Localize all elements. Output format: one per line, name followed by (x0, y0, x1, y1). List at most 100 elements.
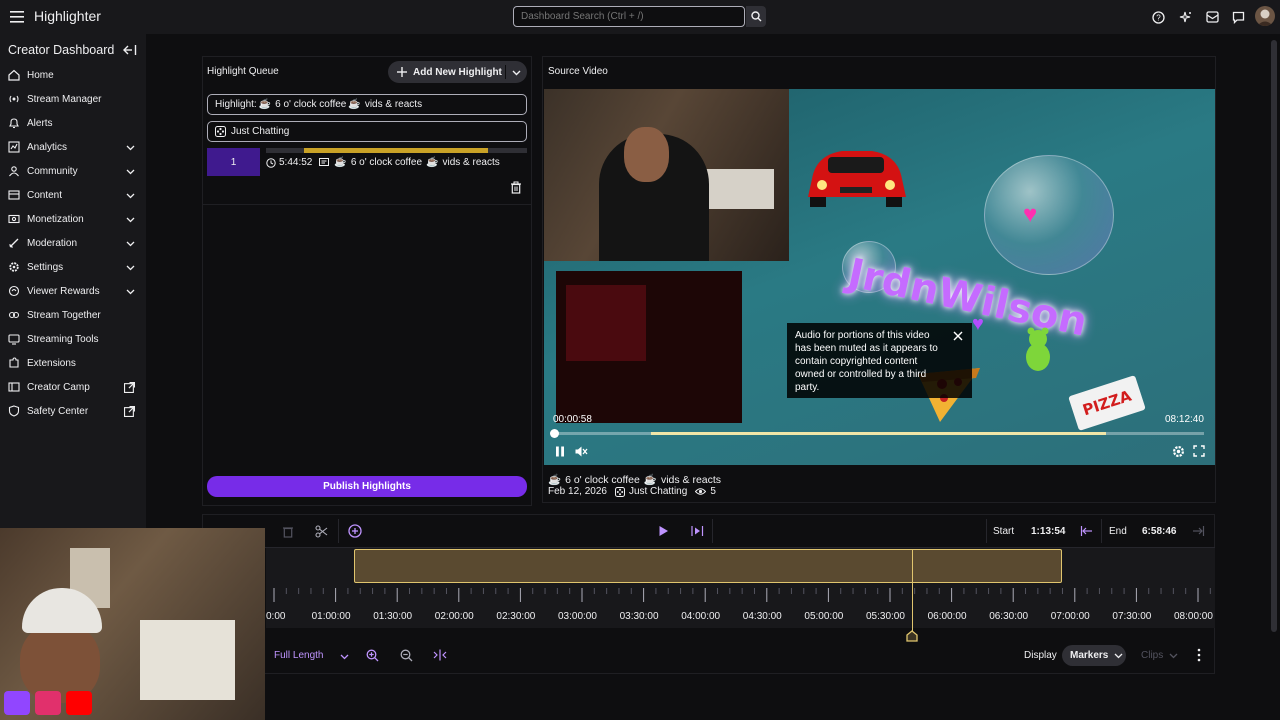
add-new-highlight-button[interactable]: Add New Highlight (388, 61, 527, 83)
whispers-button[interactable] (1230, 9, 1246, 25)
zoom-out-icon (400, 649, 412, 661)
timeline-tick-label: 07:00:00 (1050, 611, 1090, 622)
collapse-sidebar-button[interactable] (123, 44, 137, 56)
fit-to-selection-button[interactable] (432, 647, 448, 663)
sidebar-item-stream-manager[interactable]: Stream Manager (0, 88, 146, 110)
clip-end-value[interactable]: 6:58:46 (1142, 526, 1176, 537)
highlight-title-input[interactable]: Highlight: ☕ 6 o' clock coffee ☕ vids & … (207, 94, 527, 115)
video-player[interactable]: ♥ ♥ JrdnWilson PIZZA (544, 89, 1215, 465)
clip-end-label: End (1109, 526, 1127, 537)
queue-item-range (304, 148, 488, 153)
sidebar-item-safety-center[interactable]: Safety Center (0, 400, 146, 422)
zoom-out-button[interactable] (398, 647, 414, 663)
chevron-down-icon[interactable] (512, 68, 521, 77)
coffee-emote-icon: ☕ (348, 99, 361, 110)
toolbar-separator (712, 519, 713, 543)
set-start-button[interactable] (1078, 523, 1094, 539)
help-button[interactable]: ? (1150, 9, 1166, 25)
sword-icon (9, 238, 19, 248)
close-icon[interactable] (953, 331, 963, 341)
video-category[interactable]: Just Chatting (629, 486, 687, 497)
play-selection-button[interactable] (689, 523, 705, 539)
playhead-marker-icon[interactable] (906, 630, 918, 642)
pause-button[interactable] (553, 444, 567, 458)
chart-icon (8, 141, 20, 153)
hamburger-icon (10, 11, 24, 23)
sidebar-item-community[interactable]: Community (0, 160, 146, 182)
publish-highlights-button[interactable]: Publish Highlights (207, 476, 527, 497)
clip-start-value[interactable]: 1:13:54 (1031, 526, 1065, 537)
sidebar-item-streaming-tools[interactable]: Streaming Tools (0, 328, 146, 350)
chat-bubble-icon (1232, 11, 1244, 24)
source-video-title: Source Video (548, 66, 608, 77)
highlight-prefix: Highlight: (215, 99, 257, 110)
add-clip-button[interactable] (347, 523, 363, 539)
highlight-queue-title: Highlight Queue (207, 66, 279, 77)
highlight-title-part2: vids & reacts (364, 99, 423, 110)
page-scrollbar[interactable] (1271, 40, 1277, 632)
sparkle-icon (1179, 11, 1191, 22)
clips-dropdown[interactable]: Clips (1133, 645, 1185, 666)
play-icon (659, 526, 668, 536)
sidebar-item-settings[interactable]: Settings (0, 256, 146, 278)
timeline-clip[interactable] (354, 549, 1062, 583)
fit-selection-icon (433, 649, 447, 661)
queue-item-number[interactable]: 1 (207, 148, 260, 176)
split-clip-button[interactable] (313, 523, 329, 539)
video-views: 5 (710, 486, 716, 497)
mute-button[interactable] (574, 444, 588, 458)
queue-item-title-part1: 6 o' clock coffee (350, 157, 423, 168)
toolbar-separator (986, 519, 987, 543)
coffee-emote-icon: ☕ (334, 157, 347, 168)
sidebar-item-extensions[interactable]: Extensions (0, 352, 146, 374)
search-button[interactable] (746, 6, 766, 27)
zoom-in-button[interactable] (364, 647, 380, 663)
youtube-logo-icon (66, 691, 92, 715)
chevron-down-icon (126, 241, 135, 247)
chevron-down-icon (1169, 653, 1178, 659)
puzzle-icon (9, 357, 19, 368)
toolbar-separator (338, 519, 339, 543)
delete-highlight-button[interactable] (510, 181, 522, 194)
gamepad-icon (215, 126, 226, 137)
timeline-tick-label: 05:30:00 (866, 611, 905, 622)
dashboard-search-input[interactable] (513, 6, 745, 27)
broadcast-icon (9, 95, 19, 103)
muted-audio-notice: Audio for portions of this video has bee… (787, 323, 972, 398)
webcam-box (140, 620, 235, 700)
hamburger-menu-button[interactable] (5, 5, 29, 29)
sidebar-item-home[interactable]: Home (0, 64, 146, 86)
fullscreen-button[interactable] (1192, 444, 1206, 458)
sidebar-item-stream-together[interactable]: Stream Together (0, 304, 146, 326)
queue-item-meta[interactable]: 5:44:52 ☕ 6 o' clock coffee ☕ vids & rea… (266, 157, 500, 168)
sidebar-item-content[interactable]: Content (0, 184, 146, 206)
timeline-play-button[interactable] (655, 523, 671, 539)
sidebar-item-label: Analytics (27, 141, 68, 153)
delete-clip-button[interactable] (280, 523, 296, 539)
timeline-ruler[interactable] (266, 588, 1215, 628)
video-stream-title: ☕ 6 o' clock coffee ☕ vids & reacts (548, 473, 721, 487)
chevron-down-icon[interactable] (340, 652, 349, 661)
markers-dropdown[interactable]: Markers (1062, 645, 1126, 666)
top-bar: Highlighter ? (0, 0, 1280, 34)
sidebar-item-monetization[interactable]: Monetization (0, 208, 146, 230)
sidebar-item-alerts[interactable]: Alerts (0, 112, 146, 134)
timeline-playhead[interactable] (912, 549, 913, 631)
video-scrubber-handle[interactable] (550, 429, 559, 438)
sidebar-item-analytics[interactable]: Analytics (0, 136, 146, 158)
highlight-category-input[interactable]: Just Chatting (207, 121, 527, 142)
timeline-tick-label: 03:00:00 (558, 611, 597, 622)
sidebar-item-creator-camp[interactable]: Creator Camp (0, 376, 146, 398)
user-avatar[interactable] (1255, 6, 1275, 26)
video-settings-button[interactable] (1171, 444, 1185, 458)
sidebar-item-viewer-rewards[interactable]: Viewer Rewards (0, 280, 146, 302)
sparkle-button[interactable] (1177, 9, 1193, 25)
gear-icon (9, 262, 19, 272)
length-select[interactable]: Full Length (274, 650, 323, 661)
more-options-icon[interactable] (1193, 648, 1205, 662)
set-end-button[interactable] (1190, 523, 1206, 539)
cam-shelf (704, 169, 774, 209)
inbox-button[interactable] (1204, 9, 1220, 25)
inbox-icon (1205, 11, 1219, 23)
sidebar-item-moderation[interactable]: Moderation (0, 232, 146, 254)
